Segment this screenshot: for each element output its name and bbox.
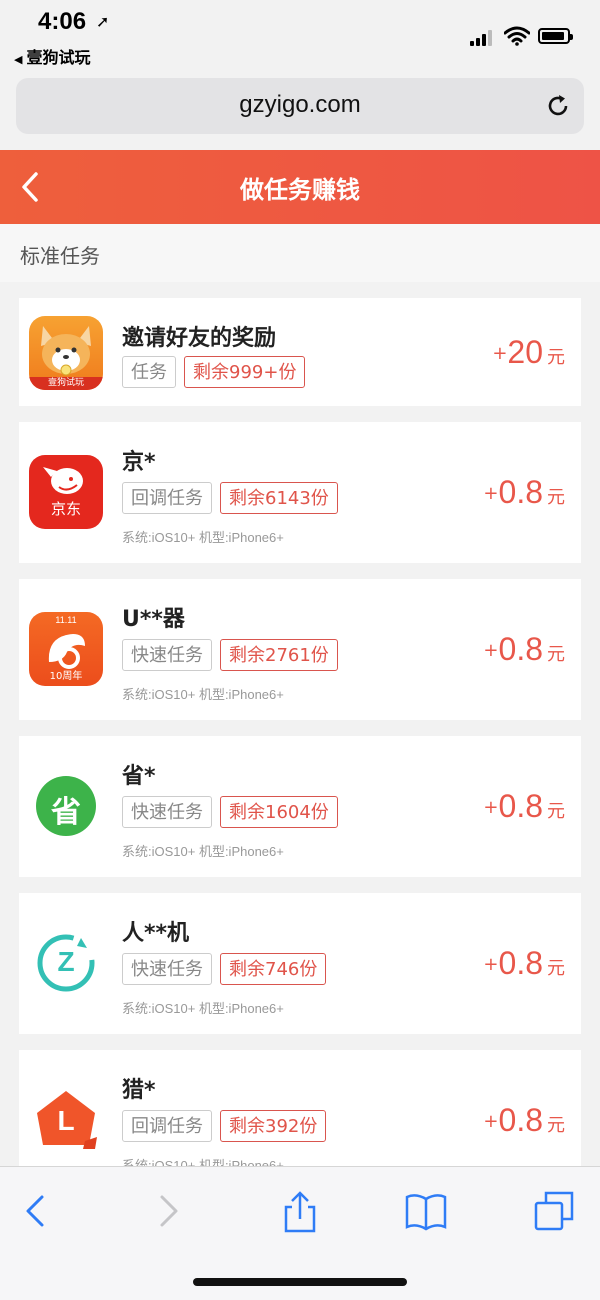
task-requirements: 系统:iOS10+ 机型:iPhone6+ — [122, 530, 284, 545]
task-tags: 回调任务 剩余6143份 — [122, 482, 338, 514]
reward-unit: 元 — [547, 801, 565, 822]
remaining-tag: 剩余746份 — [220, 953, 327, 985]
reward-plus: + — [492, 343, 508, 364]
task-name: 人**机 — [122, 921, 190, 946]
task-name: 邀请好友的奖励 — [122, 326, 277, 351]
reward-unit: 元 — [547, 644, 565, 665]
corgi-app-icon: 壹狗试玩 — [29, 316, 103, 390]
reward: +0.8 元 — [483, 631, 565, 668]
icon-caption: L — [57, 1105, 75, 1136]
reward-plus: + — [483, 1111, 499, 1132]
task-card-z[interactable]: Z 人**机 快速任务 剩余746份 系统:iOS10+ 机型:iPhone6+… — [19, 893, 581, 1034]
icon-top-label: 11.11 — [55, 615, 77, 625]
task-card-sheng[interactable]: 省 省* 快速任务 剩余1604份 系统:iOS10+ 机型:iPhone6+ … — [19, 736, 581, 877]
cellular-signal-icon — [470, 30, 496, 46]
icon-caption: 省 — [51, 795, 81, 830]
icon-caption: 京东 — [50, 500, 81, 518]
remaining-tag: 剩余1604份 — [220, 796, 338, 828]
icon-caption: Z — [57, 946, 75, 977]
bookmarks-icon[interactable] — [404, 1189, 448, 1233]
task-card-invite[interactable]: 壹狗试玩 邀请好友的奖励 任务 剩余999+份 +20 元 — [19, 298, 581, 406]
reward-plus: + — [483, 483, 499, 504]
reward-plus: + — [483, 640, 499, 661]
status-time: 4:06 — [38, 8, 87, 35]
page-header: 做任务赚钱 — [0, 150, 600, 224]
task-type-tag: 快速任务 — [122, 639, 212, 671]
task-name: 猎* — [122, 1078, 156, 1103]
task-tags: 快速任务 剩余746份 — [122, 953, 327, 985]
back-icon[interactable] — [14, 1189, 58, 1233]
home-indicator — [193, 1278, 407, 1286]
reward-plus: + — [483, 954, 499, 975]
reward: +0.8 元 — [483, 1102, 565, 1139]
reward-amount: 0.8 — [498, 474, 543, 510]
task-type-tag: 快速任务 — [122, 953, 212, 985]
reward: +0.8 元 — [483, 474, 565, 511]
task-tags: 快速任务 剩余1604份 — [122, 796, 338, 828]
location-arrow-icon: ➚ — [96, 12, 110, 31]
z-app-icon: Z — [29, 926, 103, 1000]
reward: +0.8 元 — [483, 945, 565, 982]
task-list: 壹狗试玩 邀请好友的奖励 任务 剩余999+份 +20 元 京东 京* 回调任务 … — [19, 298, 581, 1207]
status-bar: 4:06 ➚ ◀ 壹狗试玩 — [0, 0, 600, 70]
battery-icon — [538, 28, 573, 44]
reward-plus: + — [483, 797, 499, 818]
task-tags: 回调任务 剩余392份 — [122, 1110, 327, 1142]
section-label: 标准任务 — [20, 244, 100, 268]
wifi-icon — [504, 26, 530, 46]
forward-icon[interactable] — [146, 1189, 190, 1233]
tabs-icon[interactable] — [532, 1189, 576, 1233]
icon-caption: 10周年 — [49, 671, 83, 682]
task-requirements: 系统:iOS10+ 机型:iPhone6+ — [122, 687, 284, 702]
jd-app-icon: 京东 — [29, 455, 103, 529]
remaining-tag: 剩余2761份 — [220, 639, 338, 671]
task-tags: 快速任务 剩余2761份 — [122, 639, 338, 671]
task-card-uc[interactable]: 11.11 10周年 U**器 快速任务 剩余2761份 系统:iOS10+ 机… — [19, 579, 581, 720]
task-type-tag: 回调任务 — [122, 482, 212, 514]
task-tags: 任务 剩余999+份 — [122, 356, 306, 388]
address-bar[interactable]: gzyigo.com — [16, 78, 584, 134]
reward-amount: 0.8 — [498, 945, 543, 981]
task-requirements: 系统:iOS10+ 机型:iPhone6+ — [122, 844, 284, 859]
back-triangle-icon: ◀ — [14, 53, 23, 66]
task-type-tag: 快速任务 — [122, 796, 212, 828]
reward-unit: 元 — [547, 1115, 565, 1136]
task-requirements: 系统:iOS10+ 机型:iPhone6+ — [122, 1001, 284, 1016]
reward-amount: 0.8 — [498, 1102, 543, 1138]
page-title: 做任务赚钱 — [240, 176, 360, 204]
remaining-tag: 剩余6143份 — [220, 482, 338, 514]
reload-icon[interactable] — [544, 92, 572, 120]
l-app-icon: L — [29, 1083, 103, 1157]
section-header: 标准任务 — [0, 224, 600, 282]
remaining-tag: 剩余999+份 — [184, 356, 306, 388]
task-name: 省* — [122, 764, 156, 789]
reward: +0.8 元 — [483, 788, 565, 825]
sheng-app-icon: 省 — [29, 769, 103, 843]
share-icon[interactable] — [278, 1189, 322, 1233]
task-name: U**器 — [122, 607, 185, 632]
task-type-tag: 回调任务 — [122, 1110, 212, 1142]
back-app-label: 壹狗试玩 — [26, 48, 91, 67]
url-text: gzyigo.com — [239, 91, 361, 118]
reward-unit: 元 — [547, 958, 565, 979]
reward-amount: 0.8 — [498, 631, 543, 667]
reward-amount: 0.8 — [498, 788, 543, 824]
reward-unit: 元 — [547, 347, 565, 368]
back-to-app-link[interactable]: ◀ 壹狗试玩 — [14, 44, 90, 68]
task-type-tag: 任务 — [122, 356, 176, 388]
icon-caption: 壹狗试玩 — [47, 378, 84, 388]
remaining-tag: 剩余392份 — [220, 1110, 327, 1142]
reward: +20 元 — [492, 334, 565, 371]
task-card-jd[interactable]: 京东 京* 回调任务 剩余6143份 系统:iOS10+ 机型:iPhone6+… — [19, 422, 581, 563]
reward-amount: 20 — [507, 334, 543, 370]
reward-unit: 元 — [547, 487, 565, 508]
uc-browser-icon: 11.11 10周年 — [29, 612, 103, 686]
task-name: 京* — [122, 450, 156, 475]
